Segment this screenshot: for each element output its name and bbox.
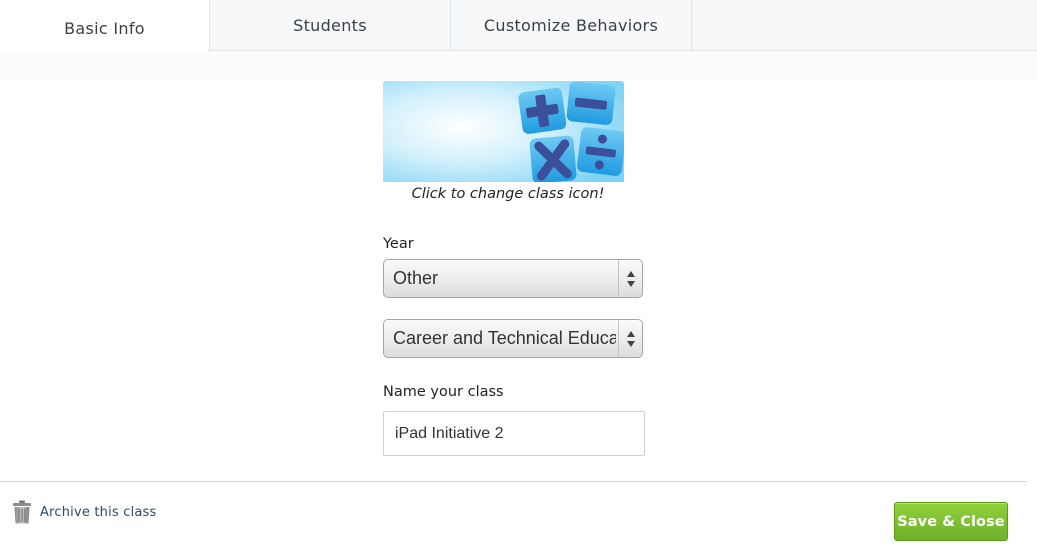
year-select[interactable]: Other bbox=[383, 259, 643, 298]
select-arrows-icon bbox=[618, 320, 642, 357]
class-icon-image[interactable] bbox=[383, 81, 624, 182]
archive-class-label: Archive this class bbox=[40, 504, 157, 520]
class-name-label: Name your class bbox=[383, 384, 504, 400]
save-and-close-button[interactable]: Save & Close bbox=[894, 502, 1008, 541]
tab-customize-behaviors[interactable]: Customize Behaviors bbox=[451, 0, 692, 51]
footer-divider bbox=[0, 481, 1027, 482]
subject-select[interactable]: Career and Technical Educa bbox=[383, 319, 643, 358]
year-label: Year bbox=[383, 236, 414, 252]
archive-class-link[interactable]: Archive this class bbox=[12, 499, 157, 525]
class-icon-caption[interactable]: Click to change class icon! bbox=[383, 186, 633, 202]
year-select-value: Other bbox=[393, 268, 439, 288]
tab-students[interactable]: Students bbox=[210, 0, 451, 51]
select-arrows-icon bbox=[618, 260, 642, 297]
trash-icon bbox=[13, 500, 31, 524]
subject-select-value: Career and Technical Educa bbox=[393, 328, 616, 348]
math-symbols-icon bbox=[383, 81, 624, 182]
tab-basic-info[interactable]: Basic Info bbox=[0, 0, 210, 52]
content-top-strip bbox=[0, 51, 1037, 80]
tab-bar: Basic Info Students Customize Behaviors bbox=[0, 0, 1037, 52]
class-name-input[interactable] bbox=[383, 411, 645, 456]
